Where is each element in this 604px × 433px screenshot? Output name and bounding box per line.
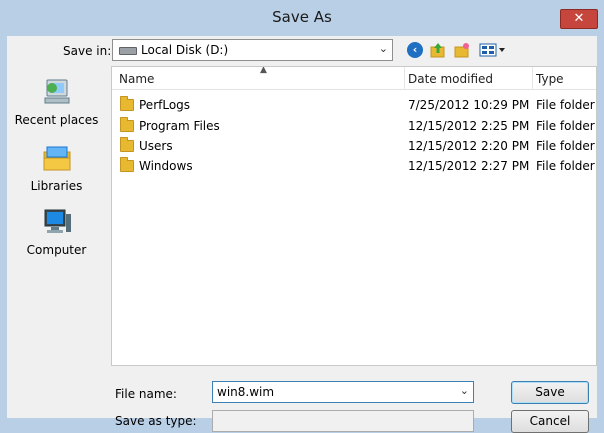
place-recent-places[interactable]: Recent places	[7, 78, 106, 127]
file-type: File folder	[536, 98, 595, 112]
file-date-modified: 12/15/2012 2:27 PM	[408, 159, 530, 173]
file-name: Program Files	[139, 119, 220, 133]
file-row[interactable]: Users 12/15/2012 2:20 PM File folder	[112, 136, 596, 156]
file-type: File folder	[536, 119, 595, 133]
save-in-value: Local Disk (D:)	[141, 43, 229, 57]
file-row[interactable]: Program Files 12/15/2012 2:25 PM File fo…	[112, 116, 596, 136]
cancel-button[interactable]: Cancel	[511, 410, 589, 433]
file-name-value[interactable]: win8.wim	[217, 385, 274, 399]
up-folder-icon[interactable]	[430, 42, 446, 58]
libraries-icon	[43, 146, 70, 171]
file-name: PerfLogs	[139, 98, 191, 112]
drive-icon	[119, 47, 137, 55]
save-as-type-dropdown[interactable]	[212, 410, 474, 432]
place-label: Recent places	[14, 113, 99, 127]
folder-icon	[120, 96, 134, 111]
file-list[interactable]: ▲ Name Date modified Type PerfLogs 7/25/…	[111, 66, 597, 366]
place-computer[interactable]: Computer	[7, 208, 106, 257]
save-in-dropdown[interactable]: Local Disk (D:) ⌄	[112, 39, 393, 61]
title-bar: Save As ✕	[0, 0, 604, 36]
place-label: Libraries	[30, 179, 83, 193]
save-in-label: Save in:	[63, 44, 112, 58]
file-type: File folder	[536, 139, 595, 153]
sort-ascending-icon: ▲	[260, 66, 267, 75]
folder-icon	[120, 157, 134, 172]
chevron-down-icon[interactable]: ⌄	[379, 42, 388, 55]
column-header-date-modified[interactable]: Date modified	[408, 67, 493, 89]
place-libraries[interactable]: Libraries	[7, 144, 106, 193]
column-divider[interactable]	[404, 67, 405, 89]
place-label: Computer	[26, 243, 87, 257]
window-title: Save As	[272, 8, 332, 26]
close-button[interactable]: ✕	[560, 9, 598, 29]
file-name-label: File name:	[115, 387, 177, 401]
folder-icon	[120, 117, 134, 132]
save-button[interactable]: Save	[511, 381, 589, 404]
column-header-type[interactable]: Type	[536, 67, 564, 89]
folder-icon	[120, 137, 134, 152]
file-name: Users	[139, 139, 173, 153]
file-row[interactable]: PerfLogs 7/25/2012 10:29 PM File folder	[112, 95, 596, 115]
file-name-input[interactable]: win8.wim ⌄	[212, 381, 474, 403]
dialog-body: Save in: Local Disk (D:) ⌄ ‹ Recent plac…	[7, 36, 597, 433]
file-date-modified: 12/15/2012 2:20 PM	[408, 139, 530, 153]
column-divider[interactable]	[532, 67, 533, 89]
file-row[interactable]: Windows 12/15/2012 2:27 PM File folder	[112, 156, 596, 176]
chevron-down-icon[interactable]: ⌄	[460, 384, 469, 397]
recent-places-icon	[44, 79, 69, 104]
file-date-modified: 12/15/2012 2:25 PM	[408, 119, 530, 133]
column-header-row: ▲ Name Date modified Type	[112, 66, 596, 90]
new-folder-icon[interactable]	[454, 42, 470, 58]
file-name: Windows	[139, 159, 193, 173]
file-date-modified: 7/25/2012 10:29 PM	[408, 98, 530, 112]
column-header-name[interactable]: Name	[119, 67, 154, 89]
back-icon[interactable]: ‹	[407, 42, 423, 58]
save-as-type-label: Save as type:	[115, 414, 197, 428]
places-bar: Recent places Libraries Computer	[7, 66, 106, 418]
views-menu-icon[interactable]	[479, 42, 507, 58]
file-type: File folder	[536, 159, 595, 173]
computer-icon	[44, 209, 71, 233]
